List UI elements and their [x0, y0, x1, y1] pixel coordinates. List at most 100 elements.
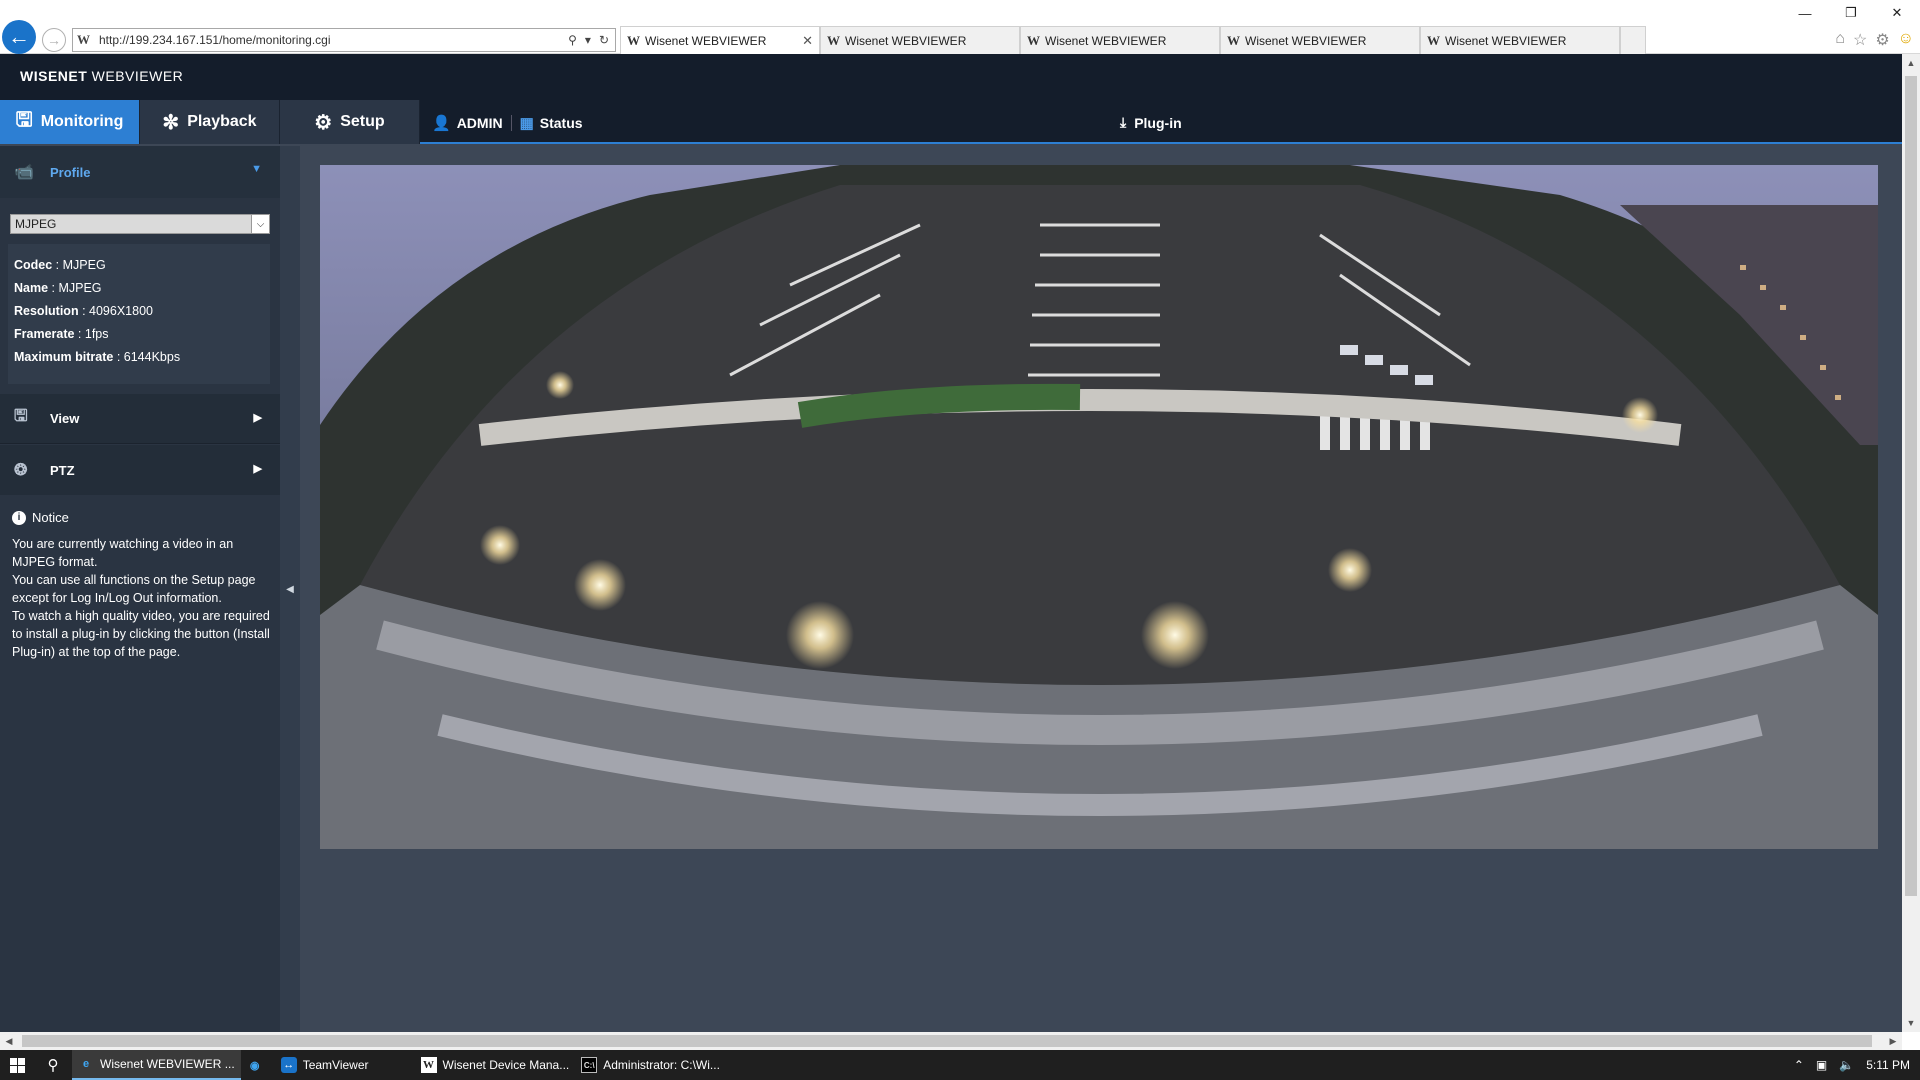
- profile-select-value: MJPEG: [15, 217, 57, 231]
- scroll-right-icon[interactable]: ▶: [1884, 1032, 1902, 1050]
- film-reel-icon: ✼: [162, 111, 180, 134]
- camera-icon: 📹: [14, 164, 34, 181]
- brand-bold: WISENET: [20, 68, 88, 84]
- status-icon: ▦: [519, 115, 534, 132]
- taskbar-item-label: Wisenet WEBVIEWER ...: [100, 1057, 235, 1071]
- tab-title: Wisenet WEBVIEWER: [1445, 33, 1567, 48]
- start-button[interactable]: [0, 1050, 34, 1080]
- taskbar-item-label: Administrator: C:\Wi...: [603, 1058, 720, 1072]
- nav-monitoring[interactable]: 🖫 Monitoring: [0, 100, 140, 144]
- tab-strip: W Wisenet WEBVIEWER ✕ W Wisenet WEBVIEWE…: [620, 26, 1646, 54]
- tab-title: Wisenet WEBVIEWER: [645, 33, 767, 48]
- new-tab-button[interactable]: [1620, 26, 1646, 54]
- browser-tab[interactable]: W Wisenet WEBVIEWER ✕: [620, 26, 820, 54]
- divider: [510, 115, 512, 131]
- view-section-header[interactable]: 🖫 View ▶: [0, 394, 280, 444]
- star-icon[interactable]: ☆: [1853, 30, 1867, 50]
- notice-line: To watch a high quality video, you are r…: [12, 609, 270, 659]
- feedback-smiley-icon[interactable]: ☺: [1898, 30, 1914, 50]
- main-nav: 🖫 Monitoring ✼ Playback ⚙ Setup: [0, 100, 420, 144]
- tab-title: Wisenet WEBVIEWER: [1245, 33, 1367, 48]
- browser-tab[interactable]: W Wisenet WEBVIEWER: [1020, 26, 1220, 54]
- monitor-icon: 🖫: [14, 408, 28, 425]
- close-window-button[interactable]: ✕: [1874, 0, 1920, 26]
- nav-monitoring-label: Monitoring: [40, 113, 124, 130]
- browser-tab[interactable]: W Wisenet WEBVIEWER: [1220, 26, 1420, 54]
- scroll-up-icon[interactable]: ▲: [1902, 54, 1920, 72]
- network-icon[interactable]: ▣: [1816, 1058, 1827, 1072]
- profile-label: Profile: [50, 164, 91, 180]
- browser-tab[interactable]: W Wisenet WEBVIEWER: [820, 26, 1020, 54]
- name-value: MJPEG: [58, 281, 102, 295]
- status-link[interactable]: Status: [540, 115, 583, 131]
- windows-logo-icon: [9, 1057, 25, 1073]
- notice-line: You can use all functions on the Setup p…: [12, 573, 256, 605]
- scroll-left-icon[interactable]: ◀: [0, 1032, 18, 1050]
- search-icon[interactable]: ⚲: [34, 1050, 72, 1080]
- site-favicon-icon: W: [77, 32, 90, 47]
- user-name[interactable]: ADMIN: [457, 115, 503, 131]
- taskbar-item-device-manager[interactable]: W Wisenet Device Mana...: [415, 1050, 576, 1080]
- taskbar-item-label: TeamViewer: [302, 1058, 369, 1072]
- sidebar-collapse-toggle[interactable]: ◀: [280, 146, 300, 1032]
- vertical-scrollbar[interactable]: ▲ ▼: [1902, 54, 1920, 1032]
- scroll-down-icon[interactable]: ▼: [1902, 1014, 1920, 1032]
- minimize-button[interactable]: —: [1782, 0, 1828, 26]
- brand-logo: WISENET WEBVIEWER: [20, 68, 183, 84]
- refresh-icon[interactable]: ↻: [599, 33, 609, 47]
- resolution-value: 4096X1800: [89, 304, 153, 318]
- teamviewer-icon: ↔: [280, 1057, 297, 1073]
- video-stream[interactable]: [320, 165, 1878, 849]
- nav-setup[interactable]: ⚙ Setup: [280, 100, 420, 144]
- bitrate-row: Maximum bitrate : 6144Kbps: [14, 350, 181, 364]
- chevron-up-icon[interactable]: ⌃: [1794, 1058, 1804, 1072]
- ptz-section-header[interactable]: ❂ PTZ ▶: [0, 445, 280, 495]
- clock-time[interactable]: 5:11 PM: [1866, 1058, 1910, 1072]
- chevron-down-icon[interactable]: ⌵: [251, 215, 269, 233]
- tab-title: Wisenet WEBVIEWER: [1045, 33, 1167, 48]
- restore-button[interactable]: ❐: [1828, 0, 1874, 26]
- framerate-label: Framerate: [14, 327, 75, 341]
- system-tray: ⌃ ▣ 🔈 5:11 PM: [1794, 1050, 1910, 1080]
- dropdown-icon[interactable]: ▾: [585, 33, 591, 47]
- taskbar-item-label: Wisenet Device Mana...: [442, 1058, 570, 1072]
- view-label: View: [50, 411, 80, 426]
- taskbar-item-cmd[interactable]: C:\ Administrator: C:\Wi...: [575, 1050, 726, 1080]
- home-icon[interactable]: ⌂: [1835, 30, 1845, 50]
- horizontal-scrollbar[interactable]: ◀ ▶: [0, 1032, 1902, 1050]
- gear-icon[interactable]: ⚙: [1875, 30, 1889, 50]
- tab-favicon-icon: W: [827, 32, 840, 48]
- plugin-install-link[interactable]: ⤓ Plug-in: [1120, 114, 1182, 131]
- address-bar[interactable]: W http://199.234.167.151/home/monitoring…: [72, 28, 616, 52]
- scroll-thumb[interactable]: [22, 1035, 1872, 1047]
- browser-toolbar-icons: ⌂ ☆ ⚙ ☺: [1835, 30, 1914, 50]
- taskbar-item-ie[interactable]: e Wisenet WEBVIEWER ...: [72, 1050, 241, 1080]
- ptz-label: PTZ: [50, 462, 75, 478]
- browser-tab[interactable]: W Wisenet WEBVIEWER: [1420, 26, 1620, 54]
- url-text[interactable]: http://199.234.167.151/home/monitoring.c…: [99, 33, 568, 47]
- tab-favicon-icon: W: [627, 32, 640, 48]
- taskbar-item-edge[interactable]: ◉: [241, 1050, 275, 1080]
- user-nav: 👤 ADMIN ▦ Status: [432, 114, 583, 132]
- profile-select[interactable]: MJPEG ⌵: [10, 214, 270, 234]
- tab-favicon-icon: W: [1427, 32, 1440, 48]
- bitrate-label: Maximum bitrate: [14, 350, 114, 364]
- taskbar-item-teamviewer[interactable]: ↔ TeamViewer: [275, 1050, 375, 1080]
- profile-section-header[interactable]: 📹 Profile ▼: [0, 146, 280, 198]
- info-icon: i: [12, 511, 26, 525]
- camera-image: [320, 165, 1878, 849]
- forward-button[interactable]: →: [42, 28, 66, 52]
- search-icon[interactable]: ⚲: [568, 33, 577, 47]
- volume-icon[interactable]: 🔈: [1839, 1058, 1854, 1072]
- chevron-right-icon: ▶: [253, 412, 262, 424]
- resolution-label: Resolution: [14, 304, 79, 318]
- name-label: Name: [14, 281, 49, 295]
- back-button[interactable]: ←: [2, 20, 36, 54]
- framerate-row: Framerate : 1fps: [14, 327, 109, 341]
- user-icon: 👤: [432, 115, 451, 132]
- close-icon[interactable]: ✕: [802, 33, 813, 49]
- ptz-icon: ❂: [14, 462, 28, 479]
- nav-playback[interactable]: ✼ Playback: [140, 100, 280, 144]
- download-icon: ⤓: [1120, 114, 1127, 130]
- scroll-thumb[interactable]: [1905, 76, 1917, 896]
